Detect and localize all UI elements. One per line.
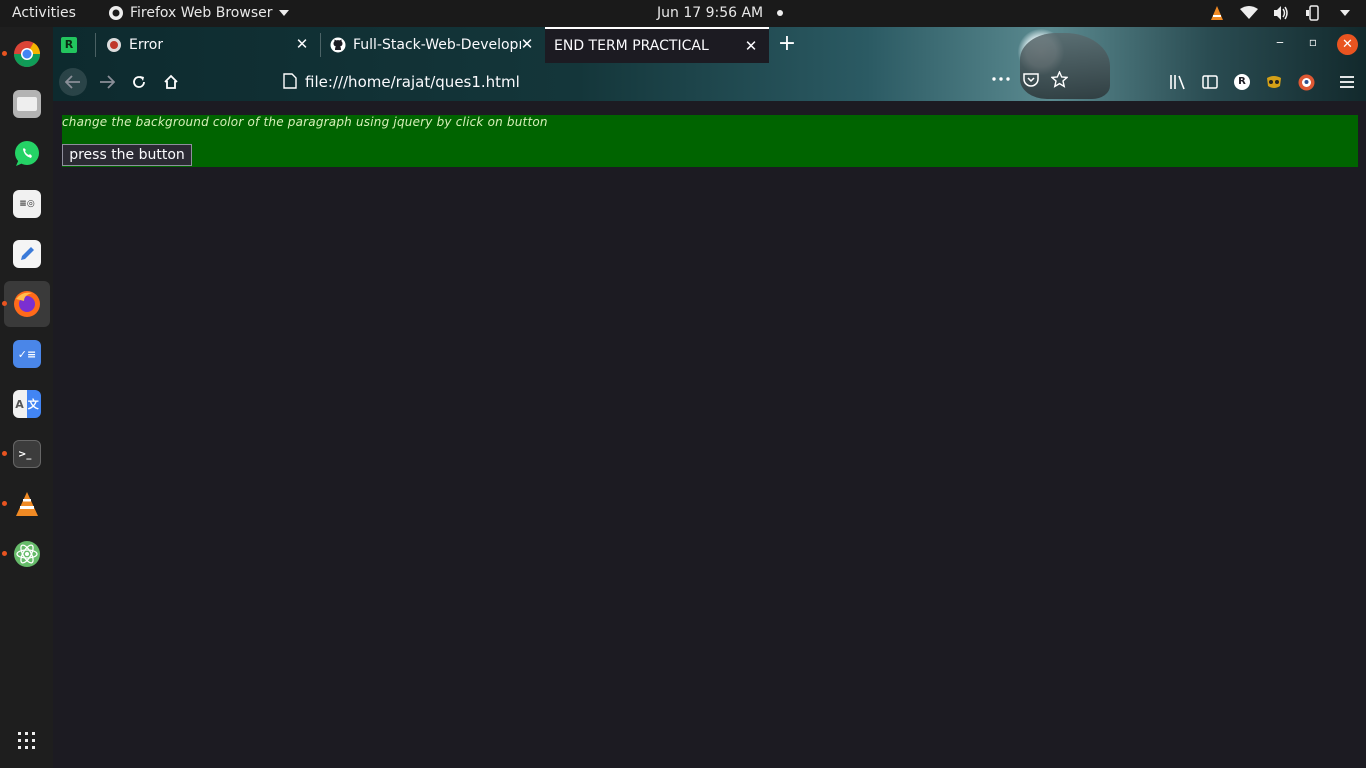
files-icon bbox=[13, 90, 41, 118]
star-icon bbox=[1050, 70, 1068, 88]
address-bar[interactable]: file:///home/rajat/ques1.html bbox=[275, 67, 1045, 97]
app-grid-icon bbox=[18, 732, 35, 749]
document-viewer-icon: ≡◎ bbox=[13, 190, 41, 218]
tab-strip: R Error ✕ Full-Stack-Web-Developm ✕ END … bbox=[53, 27, 1366, 63]
terminal-icon: >_ bbox=[13, 440, 41, 468]
vlc-tray-icon[interactable] bbox=[1208, 4, 1226, 22]
dock-firefox[interactable] bbox=[2, 281, 50, 327]
app-menu[interactable]: Firefox Web Browser bbox=[108, 5, 289, 21]
forward-button[interactable] bbox=[93, 68, 121, 96]
app-menu-label: Firefox Web Browser bbox=[130, 5, 273, 21]
dock-text-editor[interactable] bbox=[4, 231, 50, 277]
dock-tasks[interactable]: ✓≡ bbox=[4, 331, 50, 377]
running-indicator bbox=[2, 501, 7, 506]
paragraph-container: change the background color of the parag… bbox=[62, 115, 1358, 167]
reload-button[interactable] bbox=[125, 68, 153, 96]
sidebar-button[interactable] bbox=[1200, 72, 1220, 92]
account-button[interactable]: R bbox=[1232, 72, 1252, 92]
tasks-icon: ✓≡ bbox=[13, 340, 41, 368]
wifi-icon[interactable] bbox=[1240, 4, 1258, 22]
notification-dot-icon bbox=[777, 10, 784, 16]
gnome-top-bar: Activities Firefox Web Browser Jun 17 9:… bbox=[0, 0, 1366, 27]
dock-terminal[interactable]: >_ bbox=[2, 431, 50, 477]
close-tab-icon[interactable]: ✕ bbox=[743, 38, 759, 54]
tab-end-term-practical[interactable]: END TERM PRACTICAL ✕ bbox=[545, 27, 769, 63]
press-the-button[interactable]: press the button bbox=[62, 144, 192, 166]
running-indicator bbox=[2, 451, 7, 456]
firefox-small-icon bbox=[109, 6, 123, 20]
tab-label: Full-Stack-Web-Developm bbox=[353, 37, 521, 53]
hamburger-menu-icon bbox=[1340, 76, 1354, 88]
open-menu-button[interactable] bbox=[1337, 72, 1357, 92]
github-icon bbox=[330, 37, 346, 53]
instruction-paragraph: change the background color of the parag… bbox=[62, 115, 548, 129]
dock-translate[interactable]: A文 bbox=[4, 381, 50, 427]
firefox-icon bbox=[14, 291, 40, 317]
page-actions-button[interactable] bbox=[991, 69, 1011, 89]
tab-pinned[interactable]: R bbox=[61, 27, 91, 63]
duckduckgo-extension-button[interactable] bbox=[1296, 72, 1316, 92]
chevron-down-icon bbox=[278, 10, 289, 16]
new-tab-button[interactable]: + bbox=[775, 32, 799, 56]
system-tray[interactable] bbox=[1208, 4, 1354, 22]
running-indicator bbox=[2, 301, 7, 306]
library-button[interactable] bbox=[1168, 72, 1188, 92]
bookmark-star-button[interactable] bbox=[1049, 69, 1069, 89]
running-indicator bbox=[2, 51, 7, 56]
clock[interactable]: Jun 17 9:56 AM bbox=[657, 5, 784, 21]
sidebar-icon bbox=[1202, 75, 1218, 89]
firefox-window: R Error ✕ Full-Stack-Web-Developm ✕ END … bbox=[53, 27, 1366, 768]
translate-icon: A文 bbox=[13, 390, 41, 418]
back-button[interactable] bbox=[59, 68, 87, 96]
pocket-button[interactable] bbox=[1021, 69, 1041, 89]
browser-toolbar-theme: R Error ✕ Full-Stack-Web-Developm ✕ END … bbox=[53, 27, 1366, 101]
dock-files[interactable] bbox=[4, 81, 50, 127]
chrome-icon bbox=[13, 41, 41, 68]
running-indicator bbox=[2, 551, 7, 556]
clock-label: Jun 17 9:56 AM bbox=[657, 5, 764, 21]
arrow-right-icon bbox=[100, 75, 115, 89]
dock-atom[interactable] bbox=[2, 531, 50, 577]
vlc-icon bbox=[16, 492, 38, 516]
close-tab-icon[interactable]: ✕ bbox=[519, 36, 535, 52]
atom-icon bbox=[14, 541, 40, 567]
pocket-icon bbox=[1023, 72, 1039, 87]
whatsapp-icon bbox=[15, 141, 39, 166]
reload-icon bbox=[133, 76, 145, 88]
tab-label: END TERM PRACTICAL bbox=[554, 38, 709, 54]
pinned-site-icon: R bbox=[61, 37, 77, 53]
activities-button[interactable]: Activities bbox=[12, 5, 76, 21]
system-menu-chevron-icon[interactable] bbox=[1336, 4, 1354, 22]
arrow-left-icon bbox=[65, 75, 80, 89]
dock-document-viewer[interactable]: ≡◎ bbox=[4, 181, 50, 227]
home-icon bbox=[164, 74, 178, 89]
url-text: file:///home/rajat/ques1.html bbox=[305, 73, 520, 91]
close-tab-icon[interactable]: ✕ bbox=[294, 36, 310, 52]
mask-extension-icon bbox=[1267, 76, 1281, 88]
home-button[interactable] bbox=[157, 68, 185, 96]
battery-phone-icon[interactable] bbox=[1304, 4, 1322, 22]
ubuntu-dock: ≡◎ ✓≡ A文 >_ bbox=[0, 27, 53, 768]
more-dots-icon bbox=[992, 77, 1010, 81]
dock-whatsapp[interactable] bbox=[4, 131, 50, 177]
library-icon bbox=[1170, 75, 1185, 90]
volume-icon[interactable] bbox=[1272, 4, 1290, 22]
web-page-content: change the background color of the parag… bbox=[53, 101, 1366, 768]
error-favicon-icon bbox=[107, 38, 121, 52]
close-window-button[interactable]: ✕ bbox=[1337, 34, 1358, 55]
dock-vlc[interactable] bbox=[2, 481, 50, 527]
extension-mask-button[interactable] bbox=[1264, 72, 1284, 92]
text-editor-icon bbox=[13, 240, 41, 268]
minimize-window-button[interactable]: ‒ bbox=[1270, 35, 1290, 49]
page-icon bbox=[283, 73, 297, 89]
account-avatar-icon: R bbox=[1234, 74, 1250, 90]
tab-label: Error bbox=[129, 37, 164, 53]
duckduckgo-icon bbox=[1298, 74, 1314, 90]
navigation-toolbar: file:///home/rajat/ques1.html R bbox=[53, 63, 1366, 101]
dock-show-applications[interactable] bbox=[4, 718, 50, 764]
tab-github[interactable]: Full-Stack-Web-Developm ✕ bbox=[321, 27, 545, 63]
maximize-window-button[interactable]: ▫ bbox=[1303, 35, 1323, 49]
dock-chrome[interactable] bbox=[2, 31, 50, 77]
tab-error[interactable]: Error ✕ bbox=[96, 27, 320, 63]
